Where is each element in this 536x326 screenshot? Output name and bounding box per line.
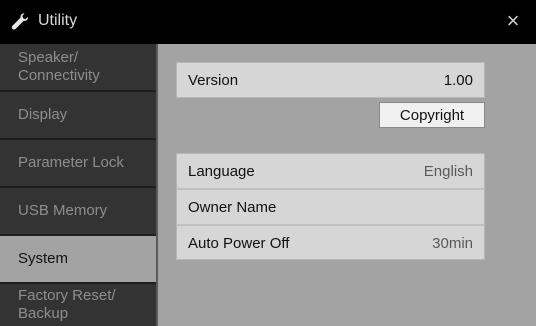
- version-value: 1.00: [443, 71, 473, 89]
- title-bar: Utility ×: [0, 0, 536, 44]
- auto-power-off-label: Auto Power Off: [188, 234, 290, 252]
- tab-label: Speaker/ Connectivity: [18, 49, 100, 84]
- settings-list: Language English Owner Name Auto Power O…: [176, 153, 485, 260]
- owner-name-row[interactable]: Owner Name: [177, 190, 484, 224]
- tab-label: Parameter Lock: [18, 154, 124, 171]
- version-label: Version: [188, 71, 239, 89]
- auto-power-off-value: 30min: [432, 234, 473, 252]
- close-button[interactable]: ×: [500, 8, 526, 34]
- tab-display[interactable]: Display: [0, 92, 156, 138]
- tab-label: Factory Reset/ Backup: [18, 287, 116, 322]
- language-label: Language: [188, 162, 255, 180]
- page-title: Utility: [38, 12, 78, 29]
- tab-parameter-lock[interactable]: Parameter Lock: [0, 140, 156, 186]
- owner-name-label: Owner Name: [188, 198, 277, 216]
- close-icon: ×: [506, 8, 520, 33]
- language-row[interactable]: Language English: [177, 154, 484, 188]
- copyright-label: Copyright: [399, 106, 465, 124]
- sidebar: Speaker/ Connectivity Display Parameter …: [0, 44, 156, 326]
- version-box: Version 1.00: [176, 62, 485, 98]
- tab-system[interactable]: System: [0, 236, 156, 282]
- tab-speaker-connectivity[interactable]: Speaker/ Connectivity: [0, 44, 156, 90]
- tab-factory-reset-backup[interactable]: Factory Reset/ Backup: [0, 284, 156, 326]
- language-value: English: [423, 162, 473, 180]
- panel-divider: [156, 44, 158, 326]
- tab-label: Display: [18, 106, 68, 123]
- tab-label: System: [18, 250, 69, 267]
- auto-power-off-row[interactable]: Auto Power Off 30min: [177, 226, 484, 260]
- copyright-button[interactable]: Copyright: [379, 102, 485, 128]
- wrench-icon: [10, 12, 30, 32]
- version-row: Version 1.00: [177, 63, 484, 97]
- tab-label: USB Memory: [18, 202, 108, 219]
- tab-usb-memory[interactable]: USB Memory: [0, 188, 156, 234]
